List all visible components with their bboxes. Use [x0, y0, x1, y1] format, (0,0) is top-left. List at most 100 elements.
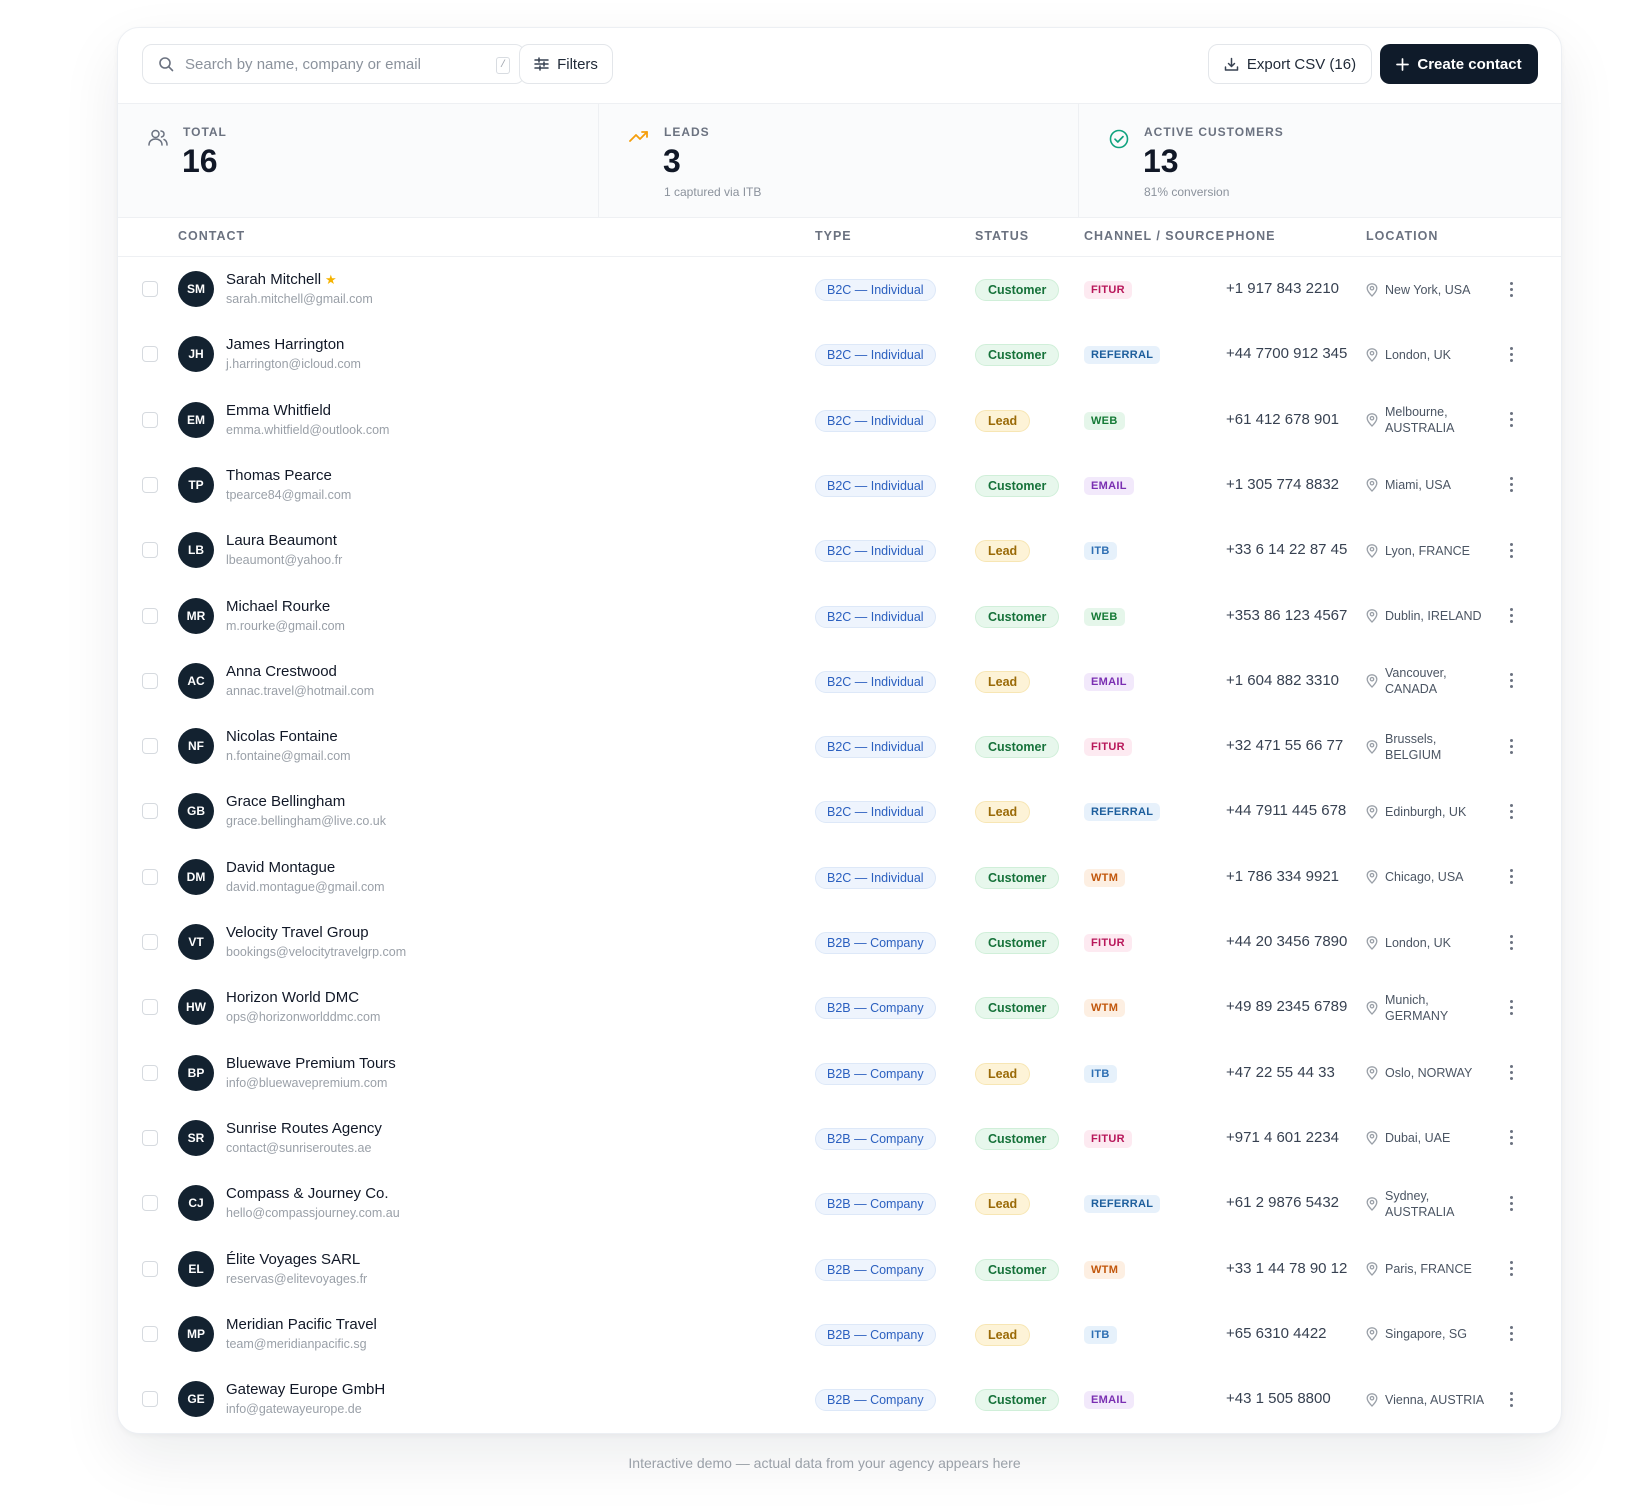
contact-name[interactable]: Anna Crestwood — [226, 663, 337, 680]
table-header: CONTACT TYPE STATUS CHANNEL / SOURCE PHO… — [118, 216, 1561, 257]
more-options-icon[interactable] — [1506, 866, 1516, 888]
row-checkbox[interactable] — [142, 999, 158, 1016]
table-row[interactable]: NF Nicolas Fontaine n.fontaine@gmail.com B2… — [118, 714, 1561, 779]
more-options-icon[interactable] — [1506, 1127, 1516, 1149]
table-row[interactable]: EL Élite Voyages SARL reservas@elitevoyage… — [118, 1237, 1561, 1302]
row-checkbox[interactable] — [142, 1260, 158, 1277]
table-row[interactable]: JH James Harrington j.harrington@icloud.co… — [118, 322, 1561, 387]
column-location[interactable]: LOCATION — [1366, 229, 1438, 243]
table-row[interactable]: CJ Compass & Journey Co. hello@compassjour… — [118, 1171, 1561, 1236]
table-row[interactable]: EM Emma Whitfield emma.whitfield@outlook.c… — [118, 388, 1561, 453]
more-options-icon[interactable] — [1506, 409, 1516, 431]
more-options-icon[interactable] — [1506, 1192, 1516, 1214]
filters-button[interactable]: Filters — [519, 44, 613, 84]
contact-name[interactable]: Grace Bellingham — [226, 793, 345, 810]
contact-name[interactable]: Velocity Travel Group — [226, 924, 369, 941]
row-checkbox[interactable] — [142, 476, 158, 493]
row-checkbox[interactable] — [142, 1064, 158, 1081]
column-phone[interactable]: PHONE — [1226, 229, 1275, 243]
table-row[interactable]: MP Meridian Pacific Travel team@meridianpa… — [118, 1302, 1561, 1367]
row-checkbox[interactable] — [142, 1195, 158, 1212]
contact-name-text: Anna Crestwood — [226, 662, 337, 680]
contact-name[interactable]: Gateway Europe GmbH — [226, 1381, 385, 1398]
table-row[interactable]: GB Grace Bellingham grace.bellingham@live.… — [118, 779, 1561, 844]
contact-name[interactable]: Compass & Journey Co. — [226, 1185, 389, 1202]
more-options-icon[interactable] — [1506, 474, 1516, 496]
more-options-icon[interactable] — [1506, 278, 1516, 300]
table-row[interactable]: AC Anna Crestwood annac.travel@hotmail.com… — [118, 649, 1561, 714]
contact-name[interactable]: Nicolas Fontaine — [226, 728, 338, 745]
table-row[interactable]: HW Horizon World DMC ops@horizonworlddmc.c… — [118, 975, 1561, 1040]
contact-email: j.harrington@icloud.com — [226, 357, 361, 372]
contact-name[interactable]: Laura Beaumont — [226, 532, 337, 549]
more-options-icon[interactable] — [1506, 605, 1516, 627]
contact-name[interactable]: Horizon World DMC — [226, 989, 359, 1006]
row-checkbox[interactable] — [142, 411, 158, 428]
stat-total-value: 16 — [182, 143, 218, 179]
table-row[interactable]: TP Thomas Pearce tpearce84@gmail.com B2C — … — [118, 453, 1561, 518]
export-csv-button[interactable]: Export CSV (16) — [1208, 44, 1372, 84]
more-options-icon[interactable] — [1506, 1258, 1516, 1280]
location-text: Melbourne, AUSTRALIA — [1385, 405, 1455, 436]
status-badge: Customer — [975, 1258, 1060, 1281]
column-status[interactable]: STATUS — [975, 229, 1029, 243]
contact-name-text: Horizon World DMC — [226, 989, 360, 1007]
toolbar: / Filters Export CSV (16) Create contact — [118, 28, 1561, 103]
row-checkbox[interactable] — [142, 1325, 158, 1342]
contact-name[interactable]: Sunrise Routes Agency — [226, 1120, 382, 1137]
column-type[interactable]: TYPE — [815, 229, 852, 243]
row-checkbox[interactable] — [142, 542, 158, 559]
status-badge: Customer — [975, 344, 1060, 367]
map-pin-icon — [1366, 1196, 1378, 1211]
contact-name[interactable]: Sarah Mitchell ★ — [226, 271, 337, 288]
location: Oslo, NORWAY — [1366, 1041, 1495, 1106]
contact-name[interactable]: Emma Whitfield — [226, 402, 331, 419]
contact-name[interactable]: Thomas Pearce — [226, 467, 332, 484]
table-row[interactable]: DM David Montague david.montague@gmail.com… — [118, 845, 1561, 910]
table-row[interactable]: MR Michael Rourke m.rourke@gmail.com B2C — … — [118, 584, 1561, 649]
row-checkbox[interactable] — [142, 672, 158, 689]
row-checkbox[interactable] — [142, 346, 158, 363]
more-options-icon[interactable] — [1506, 1323, 1516, 1345]
more-options-icon[interactable] — [1506, 539, 1516, 561]
more-options-icon[interactable] — [1506, 931, 1516, 953]
column-channel[interactable]: CHANNEL / SOURCE — [1084, 229, 1225, 243]
more-options-icon[interactable] — [1506, 670, 1516, 692]
table-row[interactable]: LB Laura Beaumont lbeaumont@yahoo.fr B2C — … — [118, 518, 1561, 583]
row-checkbox[interactable] — [142, 738, 158, 755]
search-box[interactable]: / — [142, 44, 525, 84]
create-contact-button[interactable]: Create contact — [1380, 44, 1538, 84]
map-pin-icon — [1366, 1000, 1378, 1015]
contact-name[interactable]: Meridian Pacific Travel — [226, 1316, 377, 1333]
more-options-icon[interactable] — [1506, 735, 1516, 757]
channel-badge: FITUR — [1084, 934, 1132, 952]
more-options-icon[interactable] — [1506, 996, 1516, 1018]
table-row[interactable]: BP Bluewave Premium Tours info@bluewavepre… — [118, 1041, 1561, 1106]
table-row[interactable]: VT Velocity Travel Group bookings@velocity… — [118, 910, 1561, 975]
search-input[interactable] — [183, 54, 487, 74]
contact-name[interactable]: Élite Voyages SARL — [226, 1251, 360, 1268]
row-checkbox[interactable] — [142, 868, 158, 885]
contact-name[interactable]: Michael Rourke — [226, 598, 330, 615]
location-text: Munich, GERMANY — [1385, 992, 1449, 1023]
contact-name[interactable]: David Montague — [226, 859, 335, 876]
table-row[interactable]: GE Gateway Europe GmbH info@gatewayeurope.… — [118, 1367, 1561, 1432]
table-row[interactable]: SM Sarah Mitchell ★ sarah.mitchell@gmail.co… — [118, 257, 1561, 322]
contact-name[interactable]: James Harrington — [226, 336, 344, 353]
avatar: EM — [178, 401, 214, 438]
more-options-icon[interactable] — [1506, 343, 1516, 365]
table-row[interactable]: SR Sunrise Routes Agency contact@sunrisero… — [118, 1106, 1561, 1171]
more-options-icon[interactable] — [1506, 1388, 1516, 1410]
column-contact[interactable]: CONTACT — [178, 229, 245, 243]
contact-name[interactable]: Bluewave Premium Tours — [226, 1055, 396, 1072]
more-options-icon[interactable] — [1506, 800, 1516, 822]
stat-total-label: TOTAL — [183, 125, 227, 139]
row-checkbox[interactable] — [142, 1391, 158, 1408]
stats-bar: TOTAL 16 LEADS 3 1 captured via ITB ACTI… — [118, 103, 1561, 218]
row-checkbox[interactable] — [142, 934, 158, 950]
row-checkbox[interactable] — [142, 607, 158, 624]
row-checkbox[interactable] — [142, 803, 158, 820]
more-options-icon[interactable] — [1506, 1062, 1516, 1084]
row-checkbox[interactable] — [142, 1129, 158, 1146]
row-checkbox[interactable] — [142, 281, 158, 297]
